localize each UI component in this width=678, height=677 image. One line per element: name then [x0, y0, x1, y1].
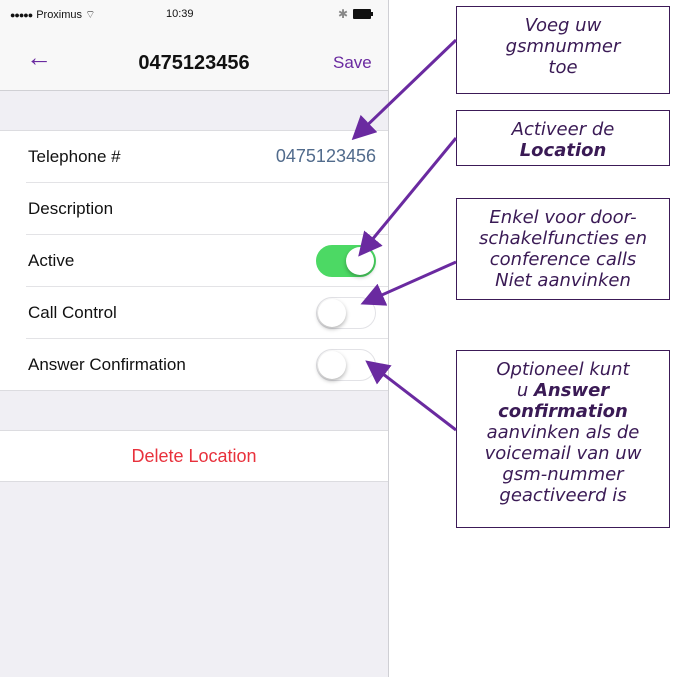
arrow-active — [358, 137, 458, 257]
annotation-arrows — [351, 38, 458, 432]
arrow-call-control — [360, 260, 457, 306]
arrow-answer-confirmation — [365, 360, 457, 432]
arrow-phone-number — [351, 38, 458, 141]
